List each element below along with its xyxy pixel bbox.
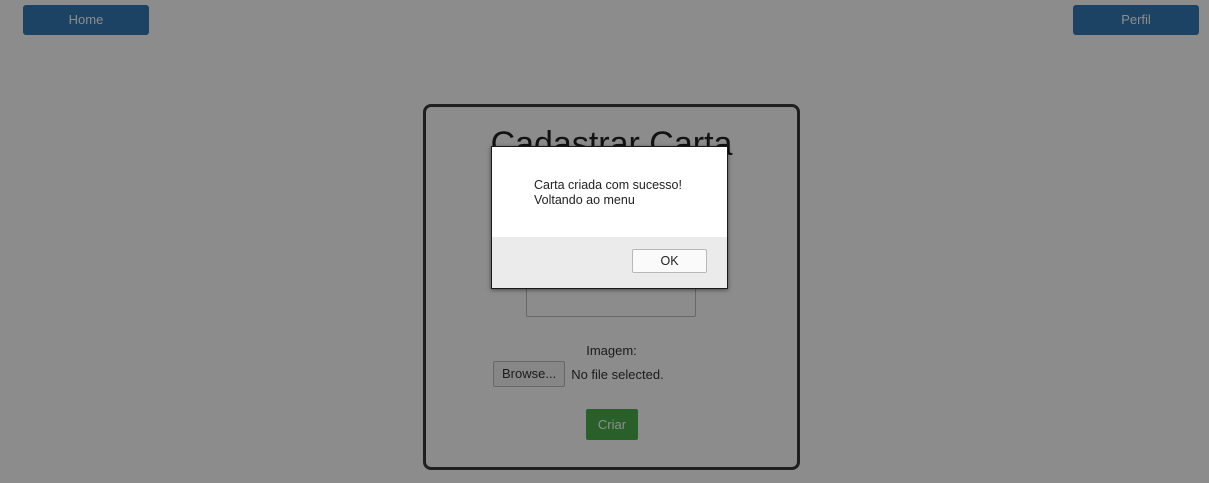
dialog-message-line-1: Carta criada com sucesso! (534, 178, 682, 192)
dialog-message: Carta criada com sucesso! Voltando ao me… (492, 147, 727, 237)
ok-button[interactable]: OK (632, 249, 707, 273)
alert-dialog: Carta criada com sucesso! Voltando ao me… (491, 146, 728, 289)
dialog-message-line-2: Voltando ao menu (534, 193, 635, 207)
